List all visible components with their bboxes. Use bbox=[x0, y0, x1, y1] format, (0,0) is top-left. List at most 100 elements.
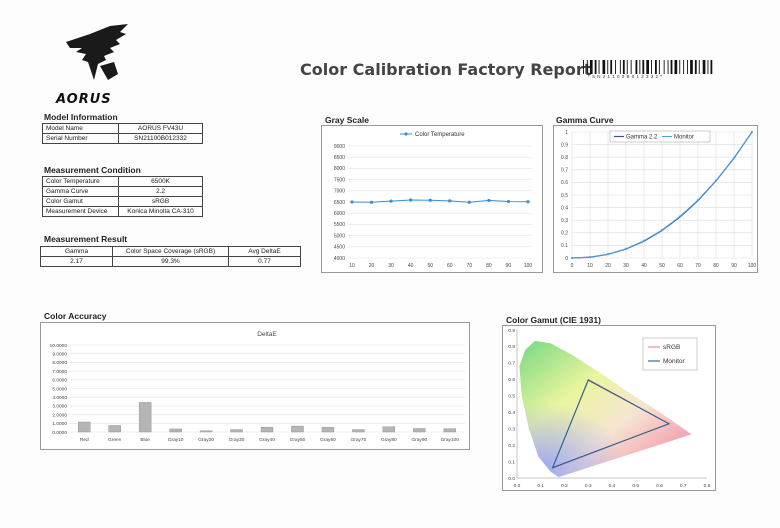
x-tick-label: Gray40 bbox=[259, 437, 275, 443]
avg-deltae-header: Avg DeltaE bbox=[228, 246, 301, 257]
barcode-bar bbox=[663, 60, 665, 74]
data-point bbox=[714, 179, 718, 182]
barcode-bar bbox=[690, 60, 693, 74]
data-point bbox=[750, 130, 754, 134]
data-point bbox=[696, 198, 700, 202]
table-row: Measurement Device Konica Minolta CA-310 bbox=[42, 206, 203, 217]
x-tick-label: 30 bbox=[388, 263, 394, 269]
coverage-value: 99.3% bbox=[112, 256, 229, 267]
coverage-header: Color Space Coverage (sRGB) bbox=[112, 246, 229, 257]
data-point bbox=[506, 199, 511, 204]
legend-label: Monitor bbox=[663, 358, 686, 365]
data-point bbox=[448, 199, 452, 203]
y-tick-label: 2.0000 bbox=[52, 412, 67, 418]
barcode-bar bbox=[707, 60, 709, 74]
x-tick-label: 20 bbox=[605, 263, 611, 269]
legend-box bbox=[642, 337, 698, 371]
measurement-device-value: Konica Minolta CA-310 bbox=[118, 206, 203, 217]
model-info-table: Model Name AORUS FV43U Serial Number SN2… bbox=[42, 123, 203, 144]
y-tick-label: 4.0000 bbox=[52, 395, 67, 401]
x-tick-label: 50 bbox=[427, 263, 433, 269]
data-point bbox=[369, 200, 374, 204]
gamma-curve-chart: 00.10.20.30.40.50.60.70.80.910 10 20 30 40 50… bbox=[561, 130, 756, 269]
data-point bbox=[606, 252, 610, 256]
barcode-bar bbox=[683, 60, 685, 74]
color-accuracy-panel: DeltaE 0.0000 1.0000 2.0000 3.0000 4.0000 5.00… bbox=[40, 322, 470, 450]
x-tick-label: 0.7 bbox=[680, 483, 687, 489]
gamma-curve-title: Gamma Curve bbox=[556, 115, 614, 125]
x-tick-label: Gray100 bbox=[441, 437, 460, 443]
x-tick-label: 10 bbox=[349, 263, 355, 269]
barcode-bar bbox=[610, 60, 613, 74]
x-tick-label: 0.5 bbox=[632, 483, 639, 489]
data-point bbox=[487, 198, 491, 203]
barcode-bar bbox=[646, 60, 649, 74]
color-accuracy-title: Color Accuracy bbox=[44, 311, 107, 321]
y-tick-label: 0.0000 bbox=[52, 430, 67, 436]
barcode-bar bbox=[679, 60, 681, 74]
y-tick-label: 0.6 bbox=[508, 377, 515, 383]
table-row: Serial Number SN21100B012332 bbox=[42, 133, 203, 144]
y-tick-label: 6500 bbox=[334, 200, 345, 206]
bar-gray10 bbox=[169, 428, 182, 433]
table-row: Color Temperature 6500K bbox=[42, 176, 203, 187]
x-tick-label: Gray20 bbox=[198, 437, 214, 443]
barcode-bar bbox=[670, 60, 673, 74]
chart-subtitle: DeltaE bbox=[257, 331, 277, 338]
x-tick-label: 90 bbox=[731, 263, 737, 269]
y-tick-label: 8000 bbox=[334, 166, 345, 172]
x-tick-label: 0.6 bbox=[656, 483, 663, 489]
gamma-value: 2.17 bbox=[40, 256, 113, 267]
barcode-bar bbox=[583, 60, 584, 74]
legend-label: Monitor bbox=[674, 135, 694, 141]
barcode-bar bbox=[694, 60, 697, 74]
y-tick-label: 0.2 bbox=[508, 443, 515, 449]
y-tick-label: 6000 bbox=[334, 211, 345, 217]
x-tick-label: 20 bbox=[369, 263, 375, 269]
avg-deltae-value: 0.77 bbox=[228, 256, 301, 267]
y-tick-label: 5500 bbox=[334, 222, 345, 228]
legend-box bbox=[609, 130, 711, 143]
y-tick-label: 0.3 bbox=[508, 426, 515, 432]
barcode-bar bbox=[655, 60, 657, 74]
model-name-value: AORUS FV43U bbox=[118, 123, 203, 134]
bar-gray70 bbox=[352, 429, 365, 433]
bar-gray100 bbox=[443, 428, 456, 433]
barcode-bar bbox=[667, 60, 669, 74]
x-tick-label: Red bbox=[80, 437, 89, 443]
data-point bbox=[570, 256, 574, 260]
x-tick-label: 50 bbox=[659, 263, 665, 269]
y-tick-label: 5000 bbox=[334, 233, 345, 239]
x-tick-label: Blue bbox=[140, 437, 150, 443]
gamma-header: Gamma bbox=[40, 246, 113, 257]
x-tick-label: 90 bbox=[506, 263, 512, 269]
y-tick-label: 0.8 bbox=[561, 155, 568, 161]
x-tick-label: 70 bbox=[695, 263, 701, 269]
barcode-bar bbox=[626, 60, 628, 74]
y-tick-label: 7.0000 bbox=[52, 369, 67, 375]
x-tick-label: 0.2 bbox=[561, 483, 568, 489]
bar-blue bbox=[138, 402, 152, 433]
barcode-bar bbox=[698, 60, 700, 74]
x-tick-label: Gray80 bbox=[381, 437, 397, 443]
brand-logo-text: AORUS bbox=[56, 92, 112, 107]
x-tick-label: Gray70 bbox=[351, 437, 367, 443]
aorus-eagle-logo-icon bbox=[66, 24, 128, 80]
y-tick-label: 7000 bbox=[334, 189, 345, 195]
y-tick-label: 0.3 bbox=[561, 218, 568, 224]
barcode-bar bbox=[658, 60, 660, 74]
data-point bbox=[350, 200, 354, 204]
gray-scale-title: Gray Scale bbox=[325, 115, 369, 125]
bar-gray20 bbox=[199, 430, 213, 433]
data-point bbox=[660, 228, 664, 232]
serial-number-value: SN21100B012332 bbox=[118, 133, 203, 144]
barcode-bar bbox=[635, 60, 638, 74]
barcode-bar bbox=[586, 60, 588, 74]
y-tick-label: 0.0 bbox=[508, 476, 515, 482]
x-tick-label: Gray60 bbox=[320, 437, 336, 443]
x-tick-label: Green bbox=[108, 437, 122, 443]
y-tick-label: 8.0000 bbox=[52, 360, 67, 366]
x-tick-label: 70 bbox=[467, 263, 473, 269]
x-tick-label: 80 bbox=[713, 263, 719, 269]
barcode-bar bbox=[687, 60, 688, 74]
